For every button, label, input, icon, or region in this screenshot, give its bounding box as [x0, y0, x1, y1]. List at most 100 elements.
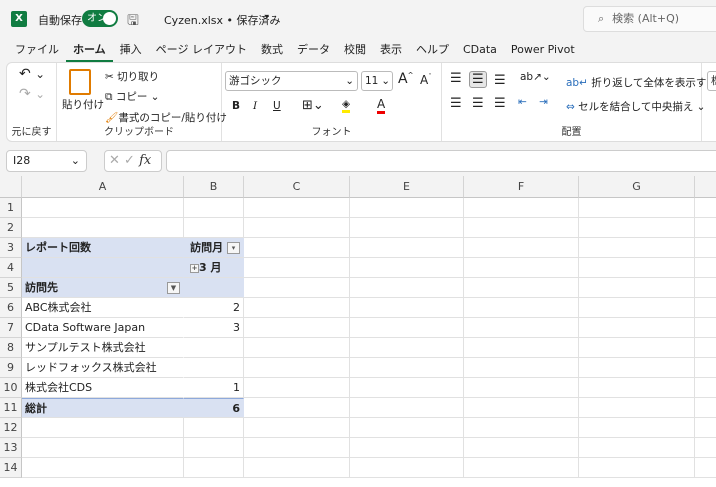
align-center-icon[interactable]: ☰	[472, 96, 484, 111]
align-top-icon[interactable]: ☰	[450, 71, 462, 86]
align-left-icon[interactable]: ☰	[450, 96, 462, 111]
cell[interactable]	[244, 198, 350, 218]
cell[interactable]	[350, 458, 464, 478]
cell[interactable]	[579, 218, 695, 238]
number-format-select[interactable]: 標	[707, 71, 716, 91]
bold-button[interactable]: B	[232, 100, 240, 112]
select-all-corner[interactable]	[0, 176, 22, 198]
undo-icon[interactable]: ↶ ⌄	[19, 66, 45, 82]
cell[interactable]	[350, 338, 464, 358]
row-header-9[interactable]: 9	[0, 358, 22, 378]
pivot-column-item[interactable]: +3 月	[184, 258, 244, 278]
cell[interactable]	[579, 198, 695, 218]
align-right-icon[interactable]: ☰	[494, 96, 506, 111]
cell[interactable]	[350, 238, 464, 258]
cell[interactable]	[244, 238, 350, 258]
row-header-1[interactable]: 1	[0, 198, 22, 218]
row-header-2[interactable]: 2	[0, 218, 22, 238]
cell[interactable]	[464, 378, 579, 398]
row-header-14[interactable]: 14	[0, 458, 22, 478]
cell[interactable]	[464, 438, 579, 458]
cell[interactable]	[579, 458, 695, 478]
filter-applied-icon[interactable]: ▼	[167, 282, 180, 294]
cell[interactable]	[695, 338, 716, 358]
cell[interactable]	[350, 298, 464, 318]
cell[interactable]	[464, 258, 579, 278]
cell[interactable]	[184, 438, 244, 458]
chevron-down-icon[interactable]: ▾	[265, 12, 269, 21]
cell[interactable]	[244, 378, 350, 398]
column-header-f[interactable]: F	[464, 176, 579, 198]
cell[interactable]	[695, 418, 716, 438]
cell[interactable]	[695, 258, 716, 278]
cell[interactable]	[350, 398, 464, 418]
tab-home[interactable]: ホーム	[66, 40, 113, 62]
cell[interactable]	[350, 418, 464, 438]
cell[interactable]	[244, 418, 350, 438]
row-header-7[interactable]: 7	[0, 318, 22, 338]
tab-file[interactable]: ファイル	[8, 40, 66, 62]
font-color-icon[interactable]: A	[377, 97, 386, 114]
redo-icon[interactable]: ↷ ⌄	[19, 86, 45, 102]
cell[interactable]	[22, 418, 184, 438]
column-header-e[interactable]: E	[350, 176, 464, 198]
pivot-row-label[interactable]: レッドフォックス株式会社	[22, 358, 184, 378]
tab-review[interactable]: 校閲	[337, 40, 373, 62]
cell[interactable]	[244, 458, 350, 478]
cell[interactable]	[695, 198, 716, 218]
row-header-4[interactable]: 4	[0, 258, 22, 278]
tab-cdata[interactable]: CData	[456, 40, 504, 62]
orientation-icon[interactable]: ab↗⌄	[520, 71, 551, 83]
row-header-3[interactable]: 3	[0, 238, 22, 258]
row-header-13[interactable]: 13	[0, 438, 22, 458]
cell[interactable]	[579, 358, 695, 378]
paste-icon[interactable]	[69, 69, 91, 95]
column-header-c[interactable]: C	[244, 176, 350, 198]
cell[interactable]	[244, 218, 350, 238]
cell[interactable]	[695, 218, 716, 238]
worksheet-grid[interactable]: A B C E F G 1 2 3 4 5 6 7 8 9 10 11 12 13 14 レポート回数 訪…	[0, 176, 716, 487]
filter-dropdown-icon[interactable]: ▾	[227, 242, 240, 254]
cell[interactable]	[695, 238, 716, 258]
cell[interactable]	[695, 398, 716, 418]
pivot-row-label[interactable]: 株式会社CDS	[22, 378, 184, 398]
cell[interactable]	[464, 278, 579, 298]
cell[interactable]	[244, 278, 350, 298]
cell[interactable]	[22, 198, 184, 218]
font-name-select[interactable]: 游ゴシック ⌄	[225, 71, 358, 91]
decrease-indent-icon[interactable]: ⇤	[518, 96, 527, 108]
cell[interactable]	[184, 418, 244, 438]
italic-button[interactable]: I	[253, 100, 257, 112]
cell[interactable]	[464, 298, 579, 318]
cell[interactable]	[579, 238, 695, 258]
cell[interactable]	[350, 438, 464, 458]
row-header-5[interactable]: 5	[0, 278, 22, 298]
autosave-toggle[interactable]: オン	[82, 10, 118, 27]
cell[interactable]	[464, 418, 579, 438]
row-header-11[interactable]: 11	[0, 398, 22, 418]
cell[interactable]	[695, 318, 716, 338]
cell[interactable]	[184, 198, 244, 218]
pivot-row-field[interactable]: 訪問先 ▼	[22, 278, 184, 298]
cell[interactable]	[22, 458, 184, 478]
pivot-value-label[interactable]: レポート回数	[22, 238, 184, 258]
tab-view[interactable]: 表示	[373, 40, 409, 62]
cell[interactable]	[464, 458, 579, 478]
save-icon[interactable]: 🖫	[127, 10, 139, 34]
cell[interactable]	[350, 258, 464, 278]
pivot-row-label[interactable]: CData Software Japan	[22, 318, 184, 338]
tab-power-pivot[interactable]: Power Pivot	[504, 40, 582, 62]
cell[interactable]	[695, 278, 716, 298]
cell[interactable]	[464, 198, 579, 218]
cell[interactable]	[244, 358, 350, 378]
enter-icon[interactable]: ✓	[124, 153, 135, 168]
cell[interactable]	[579, 258, 695, 278]
increase-indent-icon[interactable]: ⇥	[539, 96, 548, 108]
cell[interactable]	[350, 378, 464, 398]
cell[interactable]	[244, 318, 350, 338]
tab-help[interactable]: ヘルプ	[409, 40, 456, 62]
font-size-select[interactable]: 11 ⌄	[361, 71, 393, 91]
cell[interactable]	[464, 218, 579, 238]
pivot-total-value[interactable]: 6	[184, 398, 244, 418]
tab-data[interactable]: データ	[290, 40, 337, 62]
